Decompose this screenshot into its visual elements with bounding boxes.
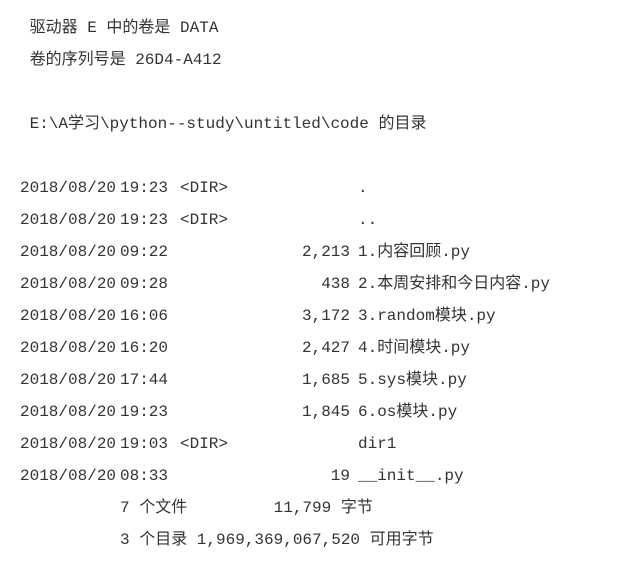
dir-marker: [180, 460, 250, 492]
entry-name: 6.os模块.py: [358, 396, 457, 428]
dir-marker: [180, 332, 250, 364]
entry-date: 2018/08/20: [20, 172, 120, 204]
dir-marker: [180, 236, 250, 268]
serial-label: 卷的序列号是 26D4-A412: [20, 44, 623, 76]
dir-marker: [180, 268, 250, 300]
blank-line: [20, 76, 623, 108]
file-entry: 2018/08/20 16:06 3,172 3.random模块.py: [20, 300, 623, 332]
entry-size: [250, 204, 358, 236]
dir-marker: [180, 300, 250, 332]
entry-size: 438: [250, 268, 358, 300]
file-entry: 2018/08/20 16:20 2,427 4.时间模块.py: [20, 332, 623, 364]
dir-marker: [180, 364, 250, 396]
entry-time: 19:23: [120, 396, 180, 428]
entry-date: 2018/08/20: [20, 428, 120, 460]
dir-entry: 2018/08/20 19:03 <DIR> dir1: [20, 428, 623, 460]
entry-name: 2.本周安排和今日内容.py: [358, 268, 550, 300]
entry-time: 17:44: [120, 364, 180, 396]
entry-size: 3,172: [250, 300, 358, 332]
entry-name: 5.sys模块.py: [358, 364, 467, 396]
entry-date: 2018/08/20: [20, 268, 120, 300]
entry-date: 2018/08/20: [20, 396, 120, 428]
entry-name: 4.时间模块.py: [358, 332, 470, 364]
entry-name: ..: [358, 204, 377, 236]
dir-marker: <DIR>: [180, 428, 250, 460]
entry-time: 09:22: [120, 236, 180, 268]
entry-time: 19:03: [120, 428, 180, 460]
summary-dirs: 3 个目录 1,969,369,067,520 可用字节: [20, 524, 623, 556]
file-entry: 2018/08/20 09:22 2,213 1.内容回顾.py: [20, 236, 623, 268]
entry-date: 2018/08/20: [20, 300, 120, 332]
entry-size: [250, 172, 358, 204]
entry-time: 16:06: [120, 300, 180, 332]
entry-date: 2018/08/20: [20, 236, 120, 268]
dir-marker: <DIR>: [180, 172, 250, 204]
summary-files: 7 个文件 11,799 字节: [20, 492, 623, 524]
file-entry: 2018/08/20 08:33 19 __init__.py: [20, 460, 623, 492]
dir-entry: 2018/08/20 19:23 <DIR> ..: [20, 204, 623, 236]
entry-time: 19:23: [120, 204, 180, 236]
entry-time: 08:33: [120, 460, 180, 492]
entry-time: 19:23: [120, 172, 180, 204]
entry-size: 19: [250, 460, 358, 492]
entry-size: 1,845: [250, 396, 358, 428]
path-label: E:\A学习\python--study\untitled\code 的目录: [20, 108, 623, 140]
entry-date: 2018/08/20: [20, 332, 120, 364]
file-entry: 2018/08/20 09:28 438 2.本周安排和今日内容.py: [20, 268, 623, 300]
entry-time: 16:20: [120, 332, 180, 364]
blank-line: [20, 140, 623, 172]
entry-name: __init__.py: [358, 460, 464, 492]
entry-size: 2,427: [250, 332, 358, 364]
entry-size: [250, 428, 358, 460]
entry-time: 09:28: [120, 268, 180, 300]
dir-entry: 2018/08/20 19:23 <DIR> .: [20, 172, 623, 204]
entry-name: dir1: [358, 428, 396, 460]
dir-marker: [180, 396, 250, 428]
entry-name: 3.random模块.py: [358, 300, 496, 332]
file-entry: 2018/08/20 19:23 1,845 6.os模块.py: [20, 396, 623, 428]
entry-date: 2018/08/20: [20, 460, 120, 492]
entry-name: .: [358, 172, 368, 204]
volume-label: 驱动器 E 中的卷是 DATA: [20, 12, 623, 44]
entry-size: 1,685: [250, 364, 358, 396]
entry-date: 2018/08/20: [20, 204, 120, 236]
dir-marker: <DIR>: [180, 204, 250, 236]
file-entry: 2018/08/20 17:44 1,685 5.sys模块.py: [20, 364, 623, 396]
entry-size: 2,213: [250, 236, 358, 268]
entry-name: 1.内容回顾.py: [358, 236, 470, 268]
entry-date: 2018/08/20: [20, 364, 120, 396]
